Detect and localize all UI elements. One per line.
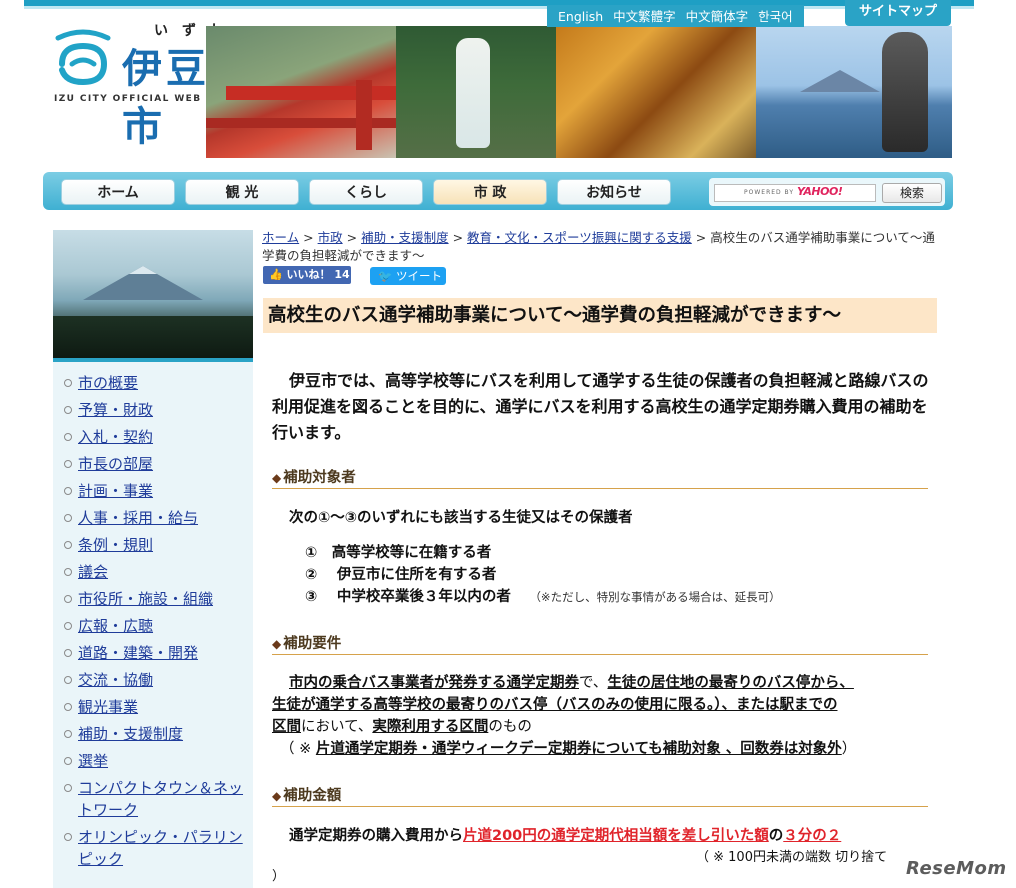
amount-line-1: 通学定期券の購入費用から片道200円の通学定期代相当額を差し引いた額の３分の２ (289, 825, 929, 847)
requirements-from-text: 生徒の居住地の最寄りのバス停から、 (607, 675, 854, 691)
autumn-leaves-photo (556, 26, 756, 158)
statue-shape (882, 32, 928, 152)
sidebar-item-personnel[interactable]: 人事・採用・給与 (64, 507, 244, 529)
amount-ratio-text: ３分の２ (783, 828, 842, 844)
breadcrumb-home-link[interactable]: ホーム (262, 230, 299, 245)
amount-lead-text: 通学定期券の購入費用から (289, 828, 463, 844)
breadcrumb-separator: > (452, 230, 464, 245)
sidebar-item-tourism-projects[interactable]: 観光事業 (64, 696, 244, 718)
eligible-lead-text: 次の①～③のいずれにも該当する生徒又はその保護者 (289, 510, 633, 526)
intro-paragraph: 伊豆市では、高等学校等にバスを利用して通学する生徒の保護者の負担軽減と路線バスの… (272, 371, 929, 442)
requirements-line-2: 生徒が通学する高等学校の最寄りのバス停（バスのみの使用に限る。）、または駅までの (272, 697, 838, 713)
requirements-line-3: 区間において、実際利用する区間のもの (272, 716, 932, 738)
forest-shape (53, 316, 253, 358)
sidebar-item-roads[interactable]: 道路・建築・開発 (64, 642, 244, 664)
waterfall-stream-shape (456, 38, 490, 148)
nav-tab-home[interactable]: ホーム (61, 179, 175, 205)
sidebar-item-assembly[interactable]: 議会 (64, 561, 244, 583)
sidebar-item-bidding[interactable]: 入札・契約 (64, 426, 244, 448)
requirements-joiner: において、 (301, 719, 373, 735)
section-heading-requirements: ◆ 補助要件 (272, 632, 928, 655)
sidebar-item-ordinances[interactable]: 条例・規則 (64, 534, 244, 556)
section-heading-eligible: ◆ 補助対象者 (272, 466, 928, 489)
sidebar-item-overview[interactable]: 市の概要 (64, 372, 244, 394)
nav-tab-news[interactable]: お知らせ (557, 179, 671, 205)
lang-simplified-chinese-link[interactable]: 中文簡体字 (681, 5, 754, 27)
sidebar-fuji-photo (53, 230, 253, 358)
eligible-item-2: ② 伊豆市に住所を有する者 (305, 567, 497, 583)
resemom-watermark: ReseMom (906, 858, 1007, 879)
bridge-post-shape (356, 80, 372, 150)
sidebar-item-exchange[interactable]: 交流・協働 (64, 669, 244, 691)
yahoo-logo: YAHOO! (797, 185, 843, 198)
requirements-tail: のもの (488, 719, 532, 735)
diamond-bullet-icon: ◆ (272, 471, 282, 485)
breadcrumb-city-admin-link[interactable]: 市政 (318, 230, 343, 245)
nav-tab-tourism[interactable]: 観 光 (185, 179, 299, 205)
requirements-line-1: 市内の乗合バス事業者が発券する通学定期券で、生徒の居住地の最寄りのバス停から、 (289, 672, 929, 694)
amount-joiner: の (768, 828, 784, 844)
lang-traditional-chinese-link[interactable]: 中文繁體字 (608, 5, 681, 27)
sidebar-item-olympics[interactable]: オリンピック・パラリンピック (64, 826, 244, 870)
sidebar-item-plans[interactable]: 計画・事業 (64, 480, 244, 502)
amount-deduction-text: 片道200円の通学定期代相当額を差し引いた額 (463, 828, 769, 844)
tweet-button[interactable]: 🐦 ツイート (370, 267, 446, 285)
sidebar-item-facilities[interactable]: 市役所・施設・組織 (64, 588, 244, 610)
sidebar-item-subsidies[interactable]: 補助・支援制度 (64, 723, 244, 745)
requirements-ticket-text: 市内の乗合バス事業者が発券する通学定期券 (289, 675, 579, 691)
sitemap-button[interactable]: サイトマップ (845, 0, 951, 26)
search-button[interactable]: 検索 (882, 183, 942, 203)
breadcrumb-subsidies-link[interactable]: 補助・支援制度 (361, 230, 449, 245)
distant-mountain-shape (800, 70, 880, 92)
breadcrumb-education-support-link[interactable]: 教育・文化・スポーツ振興に関する支援 (467, 230, 692, 245)
requirements-section-text: 区間 (272, 719, 301, 735)
city-emblem-icon (55, 29, 111, 86)
thumbs-up-icon: 👍 (269, 268, 283, 281)
section-heading-text: 補助対象者 (283, 470, 356, 486)
breadcrumb: ホーム > 市政 > 補助・支援制度 > 教育・文化・スポーツ振興に関する支援 … (262, 229, 940, 265)
breadcrumb-separator: > (695, 230, 707, 245)
diamond-bullet-icon: ◆ (272, 637, 282, 651)
eligible-item-3-row: ③ 中学校卒業後３年以内の者 （※ただし、特別な事情がある場合は、延長可） (305, 586, 781, 608)
lang-korean-link[interactable]: 한국어 (753, 5, 798, 27)
section-heading-text: 補助金額 (283, 788, 342, 804)
tweet-label: ツイート (395, 269, 442, 283)
twitter-bird-icon: 🐦 (378, 269, 393, 283)
sidebar-item-mayor[interactable]: 市長の部屋 (64, 453, 244, 475)
like-label: いいね！ 14 (286, 268, 350, 281)
header-photo-banner (206, 26, 952, 158)
requirements-joiner: で、 (579, 675, 608, 691)
amount-rounding-note: （ ※ 100円未満の端数 切り捨て (696, 850, 888, 865)
sidebar-item-elections[interactable]: 選挙 (64, 750, 244, 772)
amount-rounding-close: ） (272, 869, 286, 884)
lang-english-link[interactable]: English (553, 5, 608, 27)
section-heading-text: 補助要件 (283, 636, 342, 652)
search-powered-by-text: POWERED BY (744, 189, 795, 196)
breadcrumb-separator: > (346, 230, 358, 245)
header-top-bar-light (24, 6, 974, 9)
requirements-actual-text: 実際利用する区間 (372, 719, 489, 735)
eligible-note: （※ただし、特別な事情がある場合は、延長可） (529, 590, 781, 604)
page-title: 高校生のバス通学補助事業について～通学費の負担軽減ができます～ (263, 298, 937, 333)
facebook-like-button[interactable]: 👍 いいね！ 14 (263, 266, 351, 284)
sidebar-item-public-relations[interactable]: 広報・広聴 (64, 615, 244, 637)
requirements-note-open: （ ※ (280, 741, 316, 757)
language-bar: English 中文繁體字 中文簡体字 한국어 (547, 5, 804, 27)
eligible-item-1: ① 高等学校等に在籍する者 (305, 545, 492, 561)
sidebar-item-compact-town[interactable]: コンパクトタウン＆ネットワーク (64, 777, 244, 821)
nav-tab-city-admin[interactable]: 市 政 (433, 179, 547, 205)
section-heading-amount: ◆ 補助金額 (272, 784, 928, 807)
search-input[interactable] (714, 184, 876, 202)
nav-tab-living[interactable]: くらし (309, 179, 423, 205)
requirements-note-text: 片道通学定期券・通学ウィークデー定期券についても補助対象 、回数券は対象外 (315, 741, 842, 757)
requirements-note-close: ） (841, 741, 857, 757)
eligible-item-3: ③ 中学校卒業後３年以内の者 (305, 589, 511, 605)
sidebar-item-budget[interactable]: 予算・財政 (64, 399, 244, 421)
fuji-snowcap-shape (129, 266, 157, 274)
breadcrumb-separator: > (303, 230, 314, 245)
diamond-bullet-icon: ◆ (272, 789, 282, 803)
requirements-line-4: （ ※ 片道通学定期券・通学ウィークデー定期券についても補助対象 、回数券は対象… (280, 738, 940, 760)
